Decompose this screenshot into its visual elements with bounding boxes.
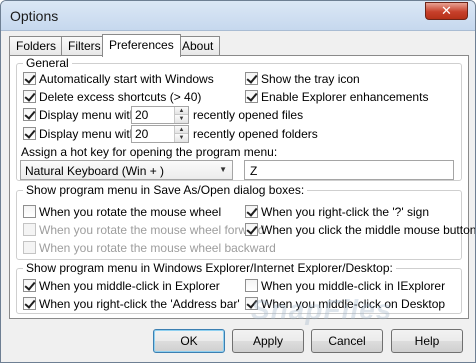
middle-explorer-label: When you middle-click in Explorer [39,279,220,293]
middle-iexplorer-checkbox[interactable]: When you middle-click in IExplorer [245,279,445,295]
title-bar: Options ✕ [1,1,475,31]
checkbox-box[interactable] [23,223,36,236]
checkbox-box[interactable] [23,279,36,292]
right-click-sign-checkbox[interactable]: When you right-click the '?' sign [245,205,429,221]
save-as-group: Show program menu in Save As/Open dialog… [16,183,475,260]
ok-button[interactable]: OK [153,329,225,353]
checkbox-box[interactable] [245,279,258,292]
checkbox-box[interactable] [23,205,36,218]
keyboard-select[interactable]: Natural Keyboard (Win + ) ▼ [20,160,233,180]
chevron-down-icon: ▼ [219,165,227,174]
explorer-enhancements-label: Enable Explorer enhancements [261,90,429,104]
files-menu-suffix: recently opened files [193,108,304,122]
tray-icon-checkbox[interactable]: Show the tray icon [245,72,360,88]
spinner-arrows: ▲ ▼ [174,107,188,123]
auto-start-checkbox[interactable]: Automatically start with Windows [23,72,214,88]
close-icon: ✕ [441,3,452,18]
explorer-group-title: Show program menu in Windows Explorer/In… [23,261,396,275]
tab-filters[interactable]: Filters [61,36,108,56]
spin-up-icon[interactable]: ▲ [175,126,188,134]
middle-button-label: When you click the middle mouse button [261,223,476,237]
files-menu-checkbox[interactable]: Display menu with [23,108,136,124]
save-as-group-title: Show program menu in Save As/Open dialog… [23,183,308,197]
folders-menu-checkbox[interactable]: Display menu with [23,127,136,143]
rotate-forward-label: When you rotate the mouse wheel forward [39,223,265,237]
rotate-backward-checkbox[interactable]: When you rotate the mouse wheel backward [23,241,276,257]
hotkey-label: Assign a hot key for opening the program… [21,145,278,159]
folders-count-value[interactable]: 20 [135,127,148,141]
checkbox-box[interactable] [245,223,258,236]
checkbox-box[interactable] [245,297,258,310]
general-group: General Automatically start with Windows… [16,56,462,181]
checkbox-box[interactable] [245,90,258,103]
options-window: Options ✕ Folders Filters Preferences Ab… [0,0,476,363]
folders-menu-label: Display menu with [39,127,137,141]
files-count-spinner[interactable]: 20 ▲ ▼ [131,106,189,124]
files-menu-label: Display menu with [39,108,137,122]
checkbox-box[interactable] [23,297,36,310]
checkbox-box[interactable] [23,90,36,103]
checkbox-box[interactable] [23,72,36,85]
folders-count-spinner[interactable]: 20 ▲ ▼ [131,125,189,143]
checkbox-box[interactable] [23,127,36,140]
spin-down-icon[interactable]: ▼ [175,115,188,123]
middle-explorer-checkbox[interactable]: When you middle-click in Explorer [23,279,220,295]
folders-menu-suffix: recently opened folders [193,127,318,141]
apply-button[interactable]: Apply [232,329,304,353]
rotate-forward-checkbox[interactable]: When you rotate the mouse wheel forward [23,223,264,239]
right-address-label: When you right-click the 'Address bar' [39,297,240,311]
spin-down-icon[interactable]: ▼ [175,134,188,142]
delete-shortcuts-label: Delete excess shortcuts (> 40) [39,90,202,104]
tab-folders[interactable]: Folders [9,36,64,56]
checkbox-box[interactable] [23,241,36,254]
hotkey-input-value: Z [250,164,258,178]
rotate-wheel-label: When you rotate the mouse wheel [39,205,222,219]
middle-desktop-label: When you middle-click on Desktop [261,297,446,311]
tray-icon-label: Show the tray icon [261,72,360,86]
auto-start-label: Automatically start with Windows [39,72,214,86]
delete-shortcuts-checkbox[interactable]: Delete excess shortcuts (> 40) [23,90,201,106]
right-address-checkbox[interactable]: When you right-click the 'Address bar' [23,297,240,313]
right-click-sign-label: When you right-click the '?' sign [261,205,429,219]
middle-desktop-checkbox[interactable]: When you middle-click on Desktop [245,297,445,313]
help-button[interactable]: Help [391,329,463,353]
keyboard-select-value: Natural Keyboard (Win + ) [25,164,165,178]
checkbox-box[interactable] [245,205,258,218]
tab-preferences[interactable]: Preferences [102,34,181,57]
window-title: Options [10,8,59,24]
general-group-title: General [23,56,72,70]
checkbox-box[interactable] [245,72,258,85]
rotate-backward-label: When you rotate the mouse wheel backward [39,241,276,255]
preferences-panel: General Automatically start with Windows… [9,55,475,319]
checkbox-box[interactable] [23,108,36,121]
rotate-wheel-checkbox[interactable]: When you rotate the mouse wheel [23,205,221,221]
middle-button-checkbox[interactable]: When you click the middle mouse button [245,223,476,239]
hotkey-input[interactable]: Z [244,160,454,180]
middle-iexplorer-label: When you middle-click in IExplorer [261,279,446,293]
explorer-group: Show program menu in Windows Explorer/In… [16,261,462,314]
spin-up-icon[interactable]: ▲ [175,107,188,115]
tab-about[interactable]: About [175,36,221,56]
cancel-button[interactable]: Cancel [311,329,383,353]
explorer-enhancements-checkbox[interactable]: Enable Explorer enhancements [245,90,428,106]
files-count-value[interactable]: 20 [135,108,148,122]
close-button[interactable]: ✕ [425,2,468,20]
spinner-arrows: ▲ ▼ [174,126,188,142]
